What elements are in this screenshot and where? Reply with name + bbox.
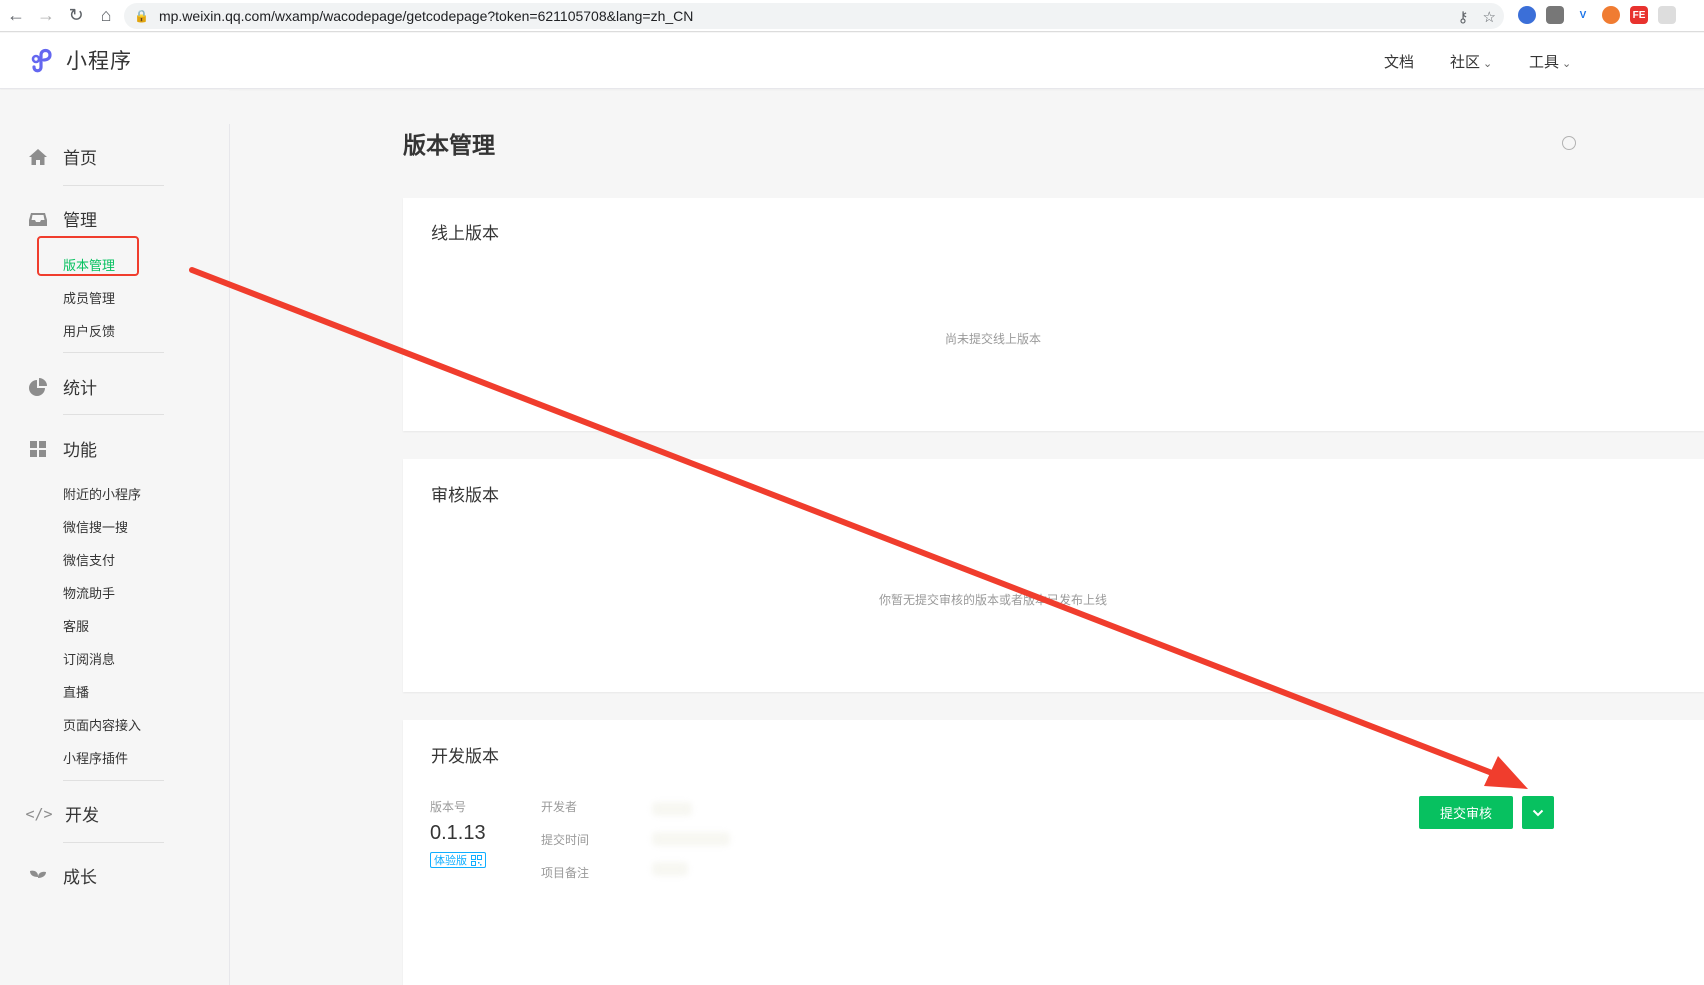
- page-title: 版本管理: [403, 132, 495, 158]
- nav-tools[interactable]: 工具 ⌄: [1529, 51, 1571, 72]
- trial-version-badge[interactable]: 体验版: [430, 852, 486, 868]
- dev-version-title: 开发版本: [431, 747, 499, 766]
- review-version-card: 审核版本 你暂无提交审核的版本或者版本已发布上线: [403, 459, 1704, 692]
- online-version-card: 线上版本 尚未提交线上版本: [403, 198, 1704, 431]
- extension-orange-icon[interactable]: [1602, 6, 1620, 24]
- sidebar-item-stats[interactable]: 统计: [28, 374, 97, 399]
- address-bar[interactable]: 🔒 mp.weixin.qq.com/wxamp/wacodepage/getc…: [124, 3, 1504, 29]
- sidebar-item-live[interactable]: 直播: [63, 682, 89, 701]
- sidebar-item-growth[interactable]: 成长: [28, 863, 97, 888]
- sidebar-item-manage[interactable]: 管理: [28, 206, 97, 231]
- sidebar-separator: [63, 414, 164, 415]
- url-text: mp.weixin.qq.com/wxamp/wacodepage/getcod…: [158, 8, 694, 24]
- sidebar-item-customer-service[interactable]: 客服: [63, 616, 89, 635]
- trial-version-badge-label: 体验版: [434, 855, 467, 867]
- top-header: 小程序 文档 社区 ⌄ 工具 ⌄: [0, 33, 1704, 89]
- sidebar-item-logistics[interactable]: 物流助手: [63, 583, 115, 602]
- back-icon[interactable]: ←: [2, 2, 30, 30]
- extension-fe-icon[interactable]: FE: [1630, 6, 1648, 24]
- sidebar-divider: [229, 124, 230, 985]
- sidebar-item-pay[interactable]: 微信支付: [63, 550, 115, 569]
- online-version-title: 线上版本: [431, 224, 499, 243]
- browser-toolbar: ← → ↻ ⌂ 🔒 mp.weixin.qq.com/wxamp/wacodep…: [0, 0, 1704, 32]
- redacted-submit-time: [652, 832, 730, 846]
- inbox-icon: [28, 209, 48, 229]
- redacted-note: [652, 862, 688, 876]
- version-number-label: 版本号: [430, 800, 467, 814]
- sidebar-growth-label: 成长: [63, 868, 97, 887]
- help-icon[interactable]: [1562, 136, 1576, 150]
- sidebar-item-search[interactable]: 微信搜一搜: [63, 517, 128, 536]
- extension-v-icon[interactable]: V: [1574, 6, 1592, 24]
- submit-review-button[interactable]: 提交审核: [1419, 796, 1513, 829]
- sidebar-item-subscribe[interactable]: 订阅消息: [63, 649, 115, 668]
- home-icon[interactable]: ⌂: [92, 2, 120, 30]
- sidebar-home-label: 首页: [63, 149, 97, 168]
- house-icon: [28, 147, 48, 167]
- sidebar-item-member-manage[interactable]: 成员管理: [63, 288, 115, 307]
- project-note-label: 项目备注: [541, 866, 590, 880]
- dev-version-card: 开发版本: [403, 720, 1704, 985]
- online-version-empty: 尚未提交线上版本: [944, 332, 1041, 346]
- redacted-developer: [652, 802, 692, 816]
- nav-community[interactable]: 社区 ⌄: [1450, 51, 1492, 72]
- sidebar-item-user-feedback[interactable]: 用户反馈: [63, 321, 115, 340]
- sidebar-separator: [63, 185, 164, 186]
- more-actions-dropdown-button[interactable]: [1522, 796, 1554, 829]
- grid-icon: [28, 439, 48, 459]
- qrcode-icon: [471, 854, 482, 866]
- sidebar-stats-label: 统计: [63, 379, 97, 398]
- extension-shield-icon[interactable]: [1546, 6, 1564, 24]
- logo-text: 小程序: [66, 50, 132, 73]
- logo[interactable]: 小程序: [28, 45, 132, 75]
- sidebar-item-develop[interactable]: </> 开发: [25, 801, 99, 826]
- sidebar-item-nearby[interactable]: 附近的小程序: [63, 484, 141, 503]
- sidebar-separator: [63, 352, 164, 353]
- reload-icon[interactable]: ↻: [62, 2, 90, 30]
- annotation-highlight-box: [37, 236, 139, 276]
- lock-icon: 🔒: [134, 9, 149, 23]
- sidebar-item-home[interactable]: 首页: [28, 144, 97, 169]
- version-number: 0.1.13: [430, 822, 486, 844]
- sidebar-item-page-content[interactable]: 页面内容接入: [63, 715, 141, 734]
- nav-tools-label: 工具: [1529, 54, 1560, 71]
- pie-chart-icon: [28, 377, 48, 397]
- chevron-down-icon: ⌄: [1483, 58, 1493, 70]
- forward-icon[interactable]: →: [32, 2, 60, 30]
- extension-grey-icon[interactable]: [1658, 6, 1676, 24]
- extension-globe-icon[interactable]: [1518, 6, 1536, 24]
- sidebar-separator: [63, 842, 164, 843]
- nav-community-label: 社区: [1450, 54, 1481, 71]
- sidebar-features-label: 功能: [63, 441, 97, 460]
- review-version-empty: 你暂无提交审核的版本或者版本已发布上线: [878, 593, 1107, 607]
- bookmark-star-icon[interactable]: ☆: [1483, 8, 1496, 26]
- sprout-icon: [28, 866, 48, 886]
- chevron-down-icon: ⌄: [1562, 58, 1572, 70]
- chevron-down-icon: [1532, 809, 1544, 816]
- nav-docs[interactable]: 文档: [1384, 51, 1414, 72]
- submit-time-label: 提交时间: [541, 833, 590, 847]
- sidebar-develop-label: 开发: [65, 806, 99, 825]
- sidebar-item-features[interactable]: 功能: [28, 436, 97, 461]
- sidebar-separator: [63, 780, 164, 781]
- miniprogram-logo-icon: [31, 48, 52, 73]
- key-icon[interactable]: ⚷: [1458, 8, 1469, 26]
- code-icon: </>: [25, 804, 53, 823]
- sidebar-item-plugins[interactable]: 小程序插件: [63, 748, 128, 767]
- sidebar-manage-label: 管理: [63, 211, 97, 230]
- developer-label: 开发者: [541, 800, 578, 814]
- review-version-title: 审核版本: [431, 486, 499, 505]
